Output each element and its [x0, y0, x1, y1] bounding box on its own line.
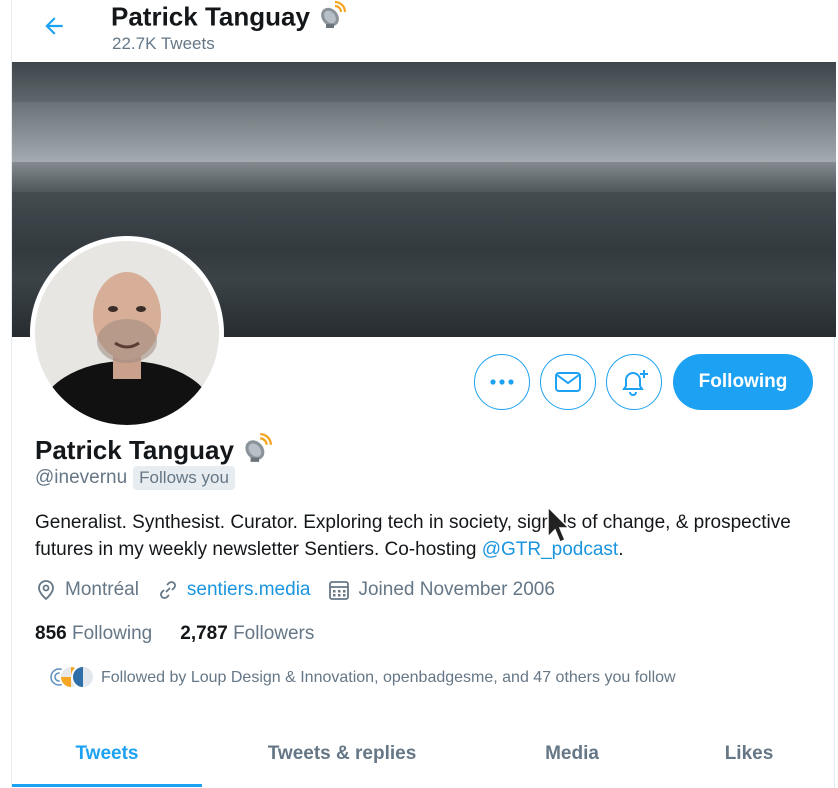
bio-end: .: [618, 539, 624, 560]
arrow-left-icon: [45, 17, 63, 35]
followed-by-text: Followed by Loup Design & Innovation, op…: [101, 669, 676, 686]
back-button[interactable]: [36, 8, 72, 44]
location-text: Montréal: [65, 579, 139, 600]
bell-plus-icon: [622, 370, 648, 396]
mouse-cursor-icon: [546, 505, 572, 550]
calendar-icon: [329, 581, 350, 600]
followers-stat[interactable]: 2,787 Followers: [180, 623, 314, 645]
banner-sea-band: [12, 162, 836, 192]
notifications-button[interactable]: [606, 354, 662, 410]
satellite-dish-icon: [241, 432, 273, 472]
tab-tweets[interactable]: Tweets: [12, 722, 202, 787]
location-item: Montréal: [35, 579, 139, 601]
profile-meta: Montréal sentiers.media Joined November …: [35, 579, 573, 601]
profile-name: Patrick Tanguay: [35, 434, 234, 465]
website-item[interactable]: sentiers.media: [157, 579, 311, 601]
handle-row: @inevernu Follows you: [35, 466, 235, 490]
followed-by-avatars: [35, 665, 95, 691]
banner-horizon-band: [12, 102, 836, 162]
profile-bio: Generalist. Synthesist. Curator. Explori…: [35, 509, 815, 563]
tab-media[interactable]: Media: [482, 722, 662, 786]
joined-item: Joined November 2006: [328, 579, 555, 601]
avatar-photo: [35, 241, 219, 425]
following-stat[interactable]: 856 Following: [35, 623, 152, 645]
more-horizontal-icon: [490, 379, 514, 385]
profile-handle: @inevernu: [35, 467, 128, 488]
bio-text: Generalist. Synthesist. Curator. Explori…: [35, 512, 791, 560]
profile-tabs: Tweets Tweets & replies Media Likes: [12, 722, 836, 788]
profile-avatar[interactable]: [30, 236, 224, 430]
follow-stats: 856 Following 2,787 Followers: [35, 623, 342, 645]
following-label: Following: [71, 623, 153, 644]
joined-text: Joined November 2006: [358, 579, 555, 600]
followers-label: Followers: [233, 623, 315, 644]
tweet-count: 22.7K Tweets: [112, 34, 215, 53]
message-button[interactable]: [540, 354, 596, 410]
tab-likes[interactable]: Likes: [662, 722, 836, 786]
website-link[interactable]: sentiers.media: [187, 579, 311, 601]
link-icon: [160, 581, 176, 599]
header-title-row: Patrick Tanguay: [111, 0, 347, 37]
following-count: 856: [35, 623, 67, 644]
more-options-button[interactable]: [474, 354, 530, 410]
envelope-icon: [555, 372, 581, 392]
top-bar: Patrick Tanguay 22.7K Tweets: [12, 0, 836, 62]
header-title: Patrick Tanguay: [111, 1, 310, 32]
location-pin-icon: [38, 580, 54, 601]
tab-tweets-replies[interactable]: Tweets & replies: [202, 722, 482, 786]
following-button[interactable]: Following: [673, 354, 813, 410]
followed-by-row[interactable]: Followed by Loup Design & Innovation, op…: [35, 665, 676, 691]
satellite-dish-icon: [317, 0, 347, 37]
banner-sky-band: [12, 62, 836, 102]
followers-count: 2,787: [180, 623, 228, 644]
follows-you-badge: Follows you: [133, 466, 235, 490]
mini-avatar: [71, 665, 95, 689]
profile-page: Patrick Tanguay 22.7K Tweets Following P…: [11, 0, 836, 788]
